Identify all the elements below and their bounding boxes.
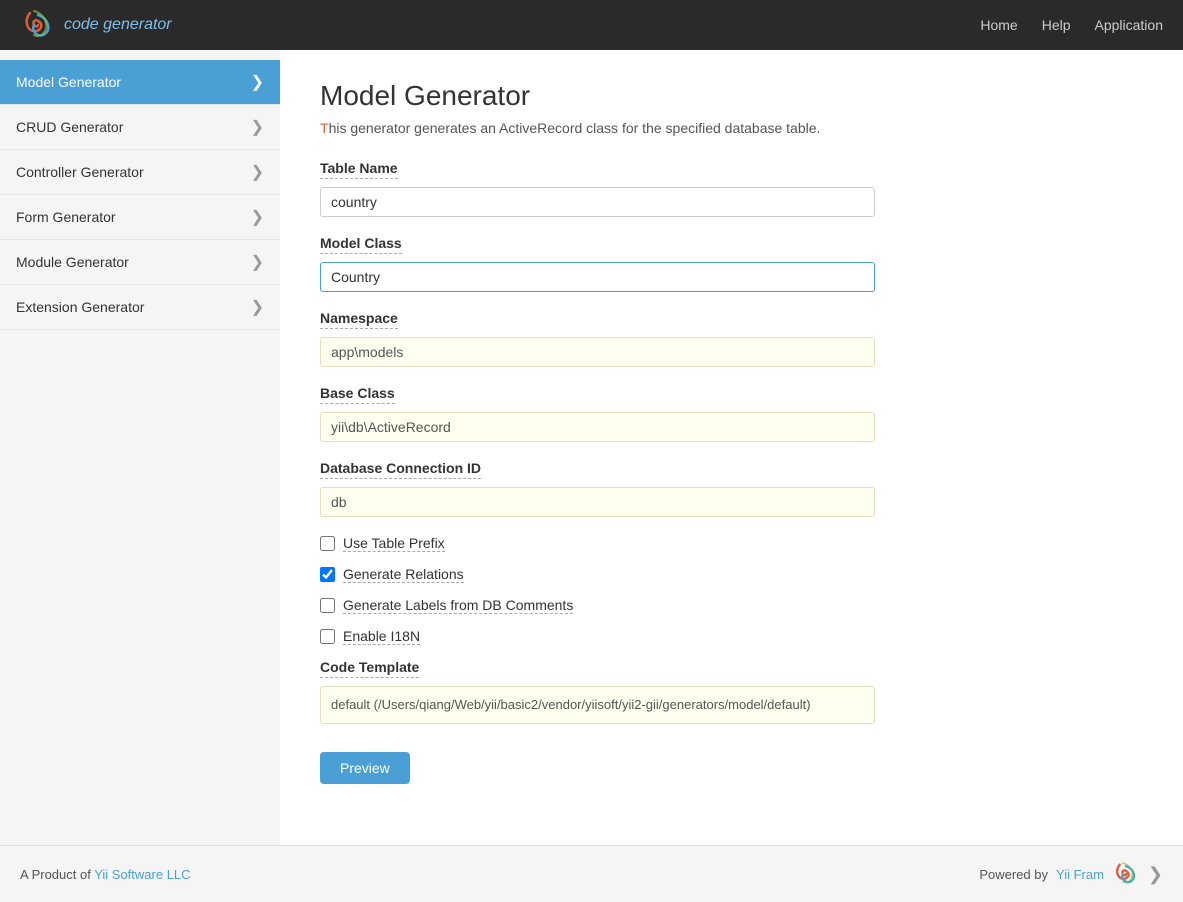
base-class-label: Base Class — [320, 385, 395, 404]
sidebar-item-module-generator[interactable]: Module Generator ❯ — [0, 240, 280, 285]
preview-button[interactable]: Preview — [320, 752, 410, 784]
sidebar-item-label: Module Generator — [16, 254, 129, 270]
chevron-right-icon: ❯ — [251, 297, 264, 317]
sidebar-item-label: CRUD Generator — [16, 119, 123, 135]
footer-yii-logo-icon — [1112, 860, 1140, 888]
main-layout: Model Generator ❯ CRUD Generator ❯ Contr… — [0, 50, 1183, 845]
model-class-group: Model Class — [320, 235, 1143, 292]
logo-area: code generator — [20, 7, 172, 43]
sidebar-item-extension-generator[interactable]: Extension Generator ❯ — [0, 285, 280, 330]
code-template-group: Code Template default (/Users/qiang/Web/… — [320, 659, 1143, 724]
sidebar-item-form-generator[interactable]: Form Generator ❯ — [0, 195, 280, 240]
db-connection-label: Database Connection ID — [320, 460, 481, 479]
use-table-prefix-group: Use Table Prefix — [320, 535, 1143, 552]
table-name-input[interactable] — [320, 187, 875, 217]
footer-left: A Product of Yii Software LLC — [20, 867, 191, 882]
table-name-group: Table Name — [320, 160, 1143, 217]
page-description: This generator generates an ActiveRecord… — [320, 120, 1143, 136]
code-template-value: default (/Users/qiang/Web/yii/basic2/ven… — [320, 686, 875, 724]
desc-highlight: T — [320, 120, 329, 136]
enable-i18n-checkbox[interactable] — [320, 629, 335, 644]
footer-left-text: A Product of — [20, 867, 94, 882]
generate-labels-label[interactable]: Generate Labels from DB Comments — [343, 597, 573, 614]
nav-help[interactable]: Help — [1042, 17, 1071, 33]
enable-i18n-label[interactable]: Enable I18N — [343, 628, 420, 645]
desc-rest: his generator generates an ActiveRecord … — [329, 120, 821, 136]
footer-yii-framework-link[interactable]: Yii Fram — [1056, 867, 1104, 882]
chevron-right-icon: ❯ — [251, 162, 264, 182]
enable-i18n-group: Enable I18N — [320, 628, 1143, 645]
chevron-right-icon: ❯ — [251, 207, 264, 227]
sidebar-item-label: Form Generator — [16, 209, 116, 225]
sidebar-item-controller-generator[interactable]: Controller Generator ❯ — [0, 150, 280, 195]
footer-right: Powered by Yii Fram ❯ — [979, 860, 1163, 888]
namespace-label: Namespace — [320, 310, 398, 329]
generate-relations-label[interactable]: Generate Relations — [343, 566, 464, 583]
main-content: Model Generator This generator generates… — [280, 50, 1183, 845]
footer: A Product of Yii Software LLC Powered by… — [0, 845, 1183, 902]
header-nav: Home Help Application — [980, 17, 1163, 33]
namespace-group: Namespace app\models — [320, 310, 1143, 367]
use-table-prefix-checkbox[interactable] — [320, 536, 335, 551]
use-table-prefix-label[interactable]: Use Table Prefix — [343, 535, 445, 552]
header-title: code generator — [64, 16, 172, 34]
generate-relations-checkbox[interactable] — [320, 567, 335, 582]
namespace-value: app\models — [320, 337, 875, 367]
scroll-right-icon[interactable]: ❯ — [1148, 864, 1163, 885]
chevron-right-icon: ❯ — [251, 117, 264, 137]
header: code generator Home Help Application — [0, 0, 1183, 50]
code-template-label: Code Template — [320, 659, 419, 678]
footer-powered-text: Powered by — [979, 867, 1048, 882]
generate-relations-group: Generate Relations — [320, 566, 1143, 583]
db-connection-group: Database Connection ID db — [320, 460, 1143, 517]
nav-application[interactable]: Application — [1095, 17, 1164, 33]
nav-home[interactable]: Home — [980, 17, 1017, 33]
sidebar-item-label: Model Generator — [16, 74, 121, 90]
generate-labels-group: Generate Labels from DB Comments — [320, 597, 1143, 614]
sidebar: Model Generator ❯ CRUD Generator ❯ Contr… — [0, 50, 280, 845]
model-class-input[interactable] — [320, 262, 875, 292]
table-name-label: Table Name — [320, 160, 398, 179]
db-connection-value: db — [320, 487, 875, 517]
base-class-group: Base Class yii\db\ActiveRecord — [320, 385, 1143, 442]
sidebar-item-model-generator[interactable]: Model Generator ❯ — [0, 60, 280, 105]
sidebar-item-label: Controller Generator — [16, 164, 144, 180]
chevron-right-icon: ❯ — [251, 252, 264, 272]
footer-yii-software-link[interactable]: Yii Software LLC — [94, 867, 190, 882]
yii-logo-icon — [20, 7, 56, 43]
base-class-value: yii\db\ActiveRecord — [320, 412, 875, 442]
generate-labels-checkbox[interactable] — [320, 598, 335, 613]
sidebar-item-crud-generator[interactable]: CRUD Generator ❯ — [0, 105, 280, 150]
chevron-right-icon: ❯ — [251, 72, 264, 92]
model-class-label: Model Class — [320, 235, 402, 254]
page-title: Model Generator — [320, 80, 1143, 112]
sidebar-item-label: Extension Generator — [16, 299, 144, 315]
